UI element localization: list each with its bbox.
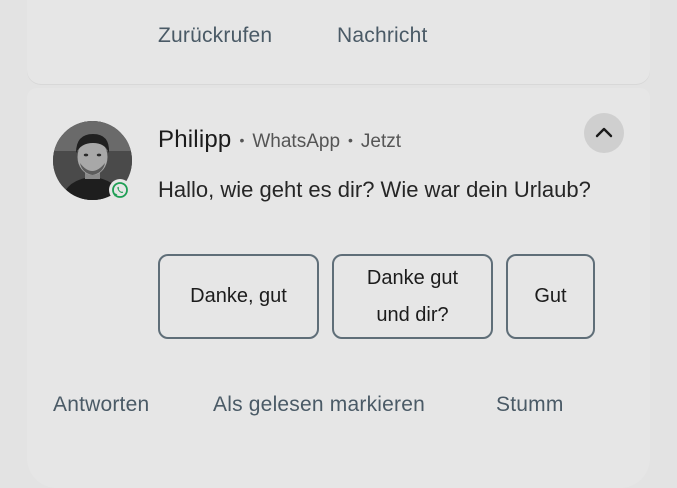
chevron-up-icon [595,127,613,138]
mark-as-read-button[interactable]: Als gelesen markieren [213,393,425,417]
call-back-button[interactable]: Zurückrufen [158,24,272,48]
whatsapp-notification-card[interactable]: Philipp • WhatsApp • Jetzt Hallo, wie ge… [27,88,650,488]
whatsapp-icon [109,179,131,201]
sender-name: Philipp [158,126,232,153]
smart-reply-label: und dir? [376,303,449,326]
smart-reply-chip[interactable]: Danke, gut [158,254,319,339]
collapse-button[interactable] [584,113,624,153]
previous-notification-card: Zurückrufen Nachricht [27,0,650,84]
smart-reply-label: Danke, gut [190,285,287,307]
timestamp: Jetzt [360,131,402,152]
smart-reply-label: Gut [534,285,567,307]
notification-header: Philipp • WhatsApp • Jetzt [158,126,401,154]
header-separator: • [239,132,245,148]
smart-reply-chip[interactable]: Danke gut und dir? [332,254,493,339]
message-text: Hallo, wie geht es dir? Wie war dein Url… [158,177,591,202]
message-button[interactable]: Nachricht [337,24,428,48]
smart-reply-chip[interactable]: Gut [506,254,595,339]
smart-reply-label: Danke gut [366,266,459,289]
reply-button[interactable]: Antworten [53,393,149,417]
header-separator: • [348,132,353,148]
mute-button[interactable]: Stumm [496,393,564,417]
app-name: WhatsApp [252,131,341,152]
